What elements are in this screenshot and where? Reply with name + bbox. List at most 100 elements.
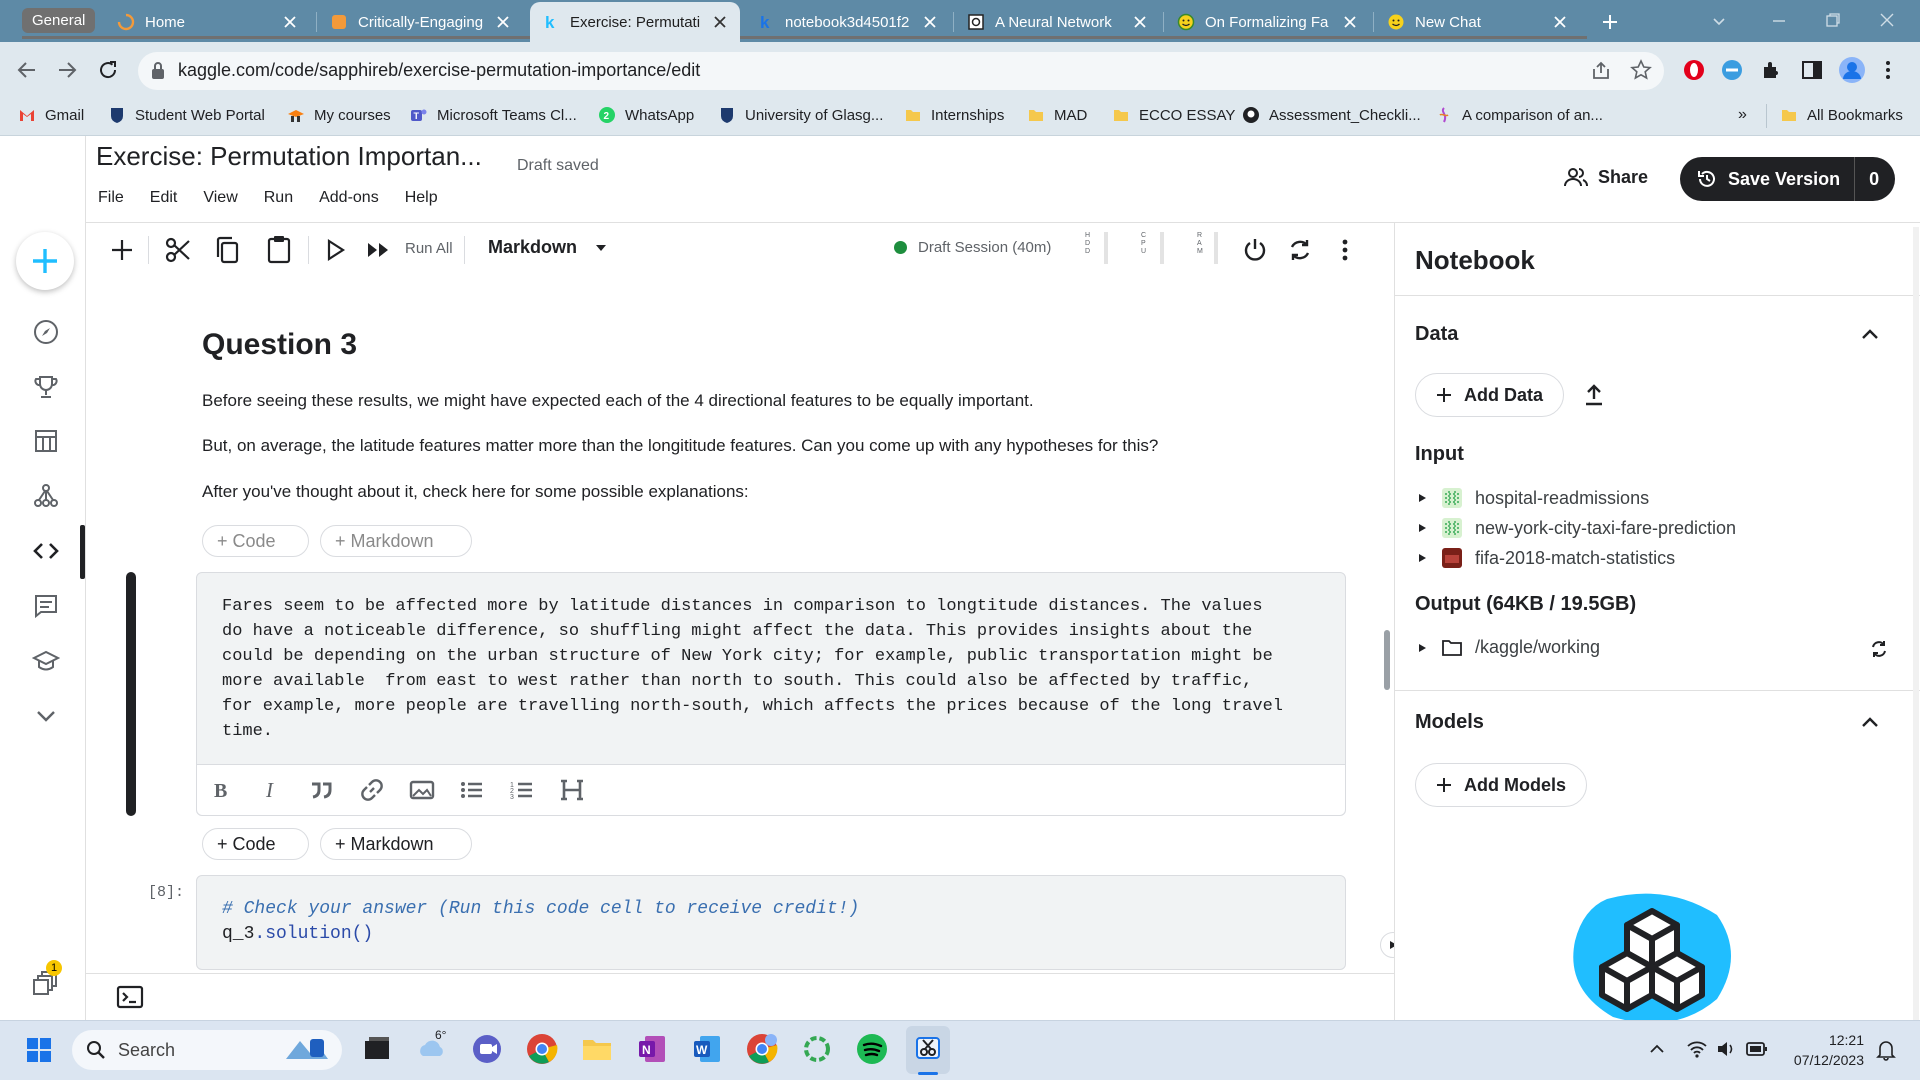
menu-edit[interactable]: Edit (150, 189, 178, 207)
paste-icon[interactable] (265, 234, 293, 264)
minimize-icon[interactable] (1770, 12, 1788, 30)
close-icon[interactable] (282, 14, 298, 30)
session-status[interactable]: Draft Session (40m) (894, 239, 1051, 256)
menu-add-ons[interactable]: Add-ons (319, 189, 379, 207)
italic-icon[interactable]: I (258, 776, 286, 804)
task-view-icon[interactable] (360, 1032, 394, 1066)
system-clock[interactable]: 12:21 07/12/2023 (1784, 1030, 1864, 1070)
volume-icon[interactable] (1716, 1040, 1736, 1058)
run-all-icon[interactable] (366, 240, 392, 260)
chrome-icon[interactable] (525, 1032, 559, 1066)
tab-neural-network[interactable]: A Neural Network (955, 4, 1160, 40)
tab-new-chat[interactable]: New Chat (1375, 4, 1580, 40)
tab-exercise-permutation[interactable]: k Exercise: Permutati (530, 2, 740, 42)
tab-formalizing[interactable]: On Formalizing Fa (1165, 4, 1370, 40)
notebook-title[interactable]: Exercise: Permutation Importan... (96, 141, 482, 172)
nav-competitions[interactable] (26, 367, 66, 407)
bookmark-whatsapp[interactable]: 2 WhatsApp (598, 106, 694, 124)
close-icon[interactable] (1342, 14, 1358, 30)
profile-avatar-icon[interactable] (1838, 56, 1866, 84)
tab-search-chevron-icon[interactable] (1710, 12, 1728, 30)
upload-icon[interactable] (1583, 383, 1605, 407)
code-cell[interactable] (196, 875, 1346, 970)
panel-resize-handle[interactable] (1384, 630, 1390, 690)
cell-type-select[interactable]: Markdown (488, 237, 607, 258)
bookmark-university[interactable]: University of Glasg... (718, 106, 883, 124)
cpu-meter[interactable] (1160, 232, 1164, 264)
bold-icon[interactable]: B (208, 776, 236, 804)
nav-discussions[interactable] (26, 586, 66, 626)
teams-chat-icon[interactable] (470, 1032, 504, 1066)
bulleted-list-icon[interactable] (458, 776, 486, 804)
close-icon[interactable] (712, 14, 728, 30)
restore-icon[interactable] (1824, 11, 1842, 29)
chrome-profile-icon[interactable] (745, 1032, 779, 1066)
nav-compete[interactable] (26, 312, 66, 352)
console-terminal-icon[interactable] (116, 985, 144, 1009)
bookmark-my-courses[interactable]: My courses (287, 106, 391, 124)
notification-bell-icon[interactable] (1876, 1039, 1896, 1061)
ram-meter[interactable] (1214, 232, 1218, 264)
translate-extension-icon[interactable] (1720, 58, 1744, 82)
run-all-label[interactable]: Run All (405, 240, 453, 257)
output-folder-row[interactable]: /kaggle/working (1417, 637, 1600, 658)
back-icon[interactable] (16, 59, 38, 81)
link-icon[interactable] (358, 776, 386, 804)
spotify-icon[interactable] (855, 1032, 889, 1066)
sidebar-scrollbar[interactable] (1913, 227, 1919, 1020)
bookmark-all-bookmarks[interactable]: All Bookmarks (1780, 106, 1903, 124)
nav-more[interactable] (26, 696, 66, 736)
markdown-editor-text[interactable]: Fares seem to be affected more by latitu… (222, 594, 1283, 744)
add-code-cell-button[interactable]: + Code (202, 828, 309, 860)
lock-icon[interactable] (150, 61, 166, 81)
menu-view[interactable]: View (203, 189, 237, 207)
bookmark-ecco-essay[interactable]: ECCO ESSAY (1112, 106, 1235, 124)
nav-learn[interactable] (26, 641, 66, 681)
add-markdown-cell-button[interactable]: + Markdown (320, 525, 472, 557)
bookmark-teams[interactable]: T Microsoft Teams Cl... (410, 106, 577, 124)
battery-icon[interactable] (1746, 1041, 1768, 1057)
tab-critically-engaging[interactable]: Critically-Engaging (318, 4, 523, 40)
word-icon[interactable]: W (690, 1032, 724, 1066)
models-section-heading[interactable]: Models (1415, 711, 1484, 734)
quote-icon[interactable] (308, 776, 336, 804)
url-text[interactable]: kaggle.com/code/sapphireb/exercise-permu… (178, 60, 700, 81)
wifi-icon[interactable] (1686, 1040, 1708, 1058)
loading-ring-icon[interactable] (800, 1032, 834, 1066)
tab-home[interactable]: Home (105, 4, 310, 40)
run-cell-icon[interactable] (324, 238, 346, 262)
input-dataset-row[interactable]: hospital-readmissions (1417, 487, 1649, 509)
snipping-tool-icon[interactable] (911, 1032, 945, 1066)
copy-icon[interactable] (214, 235, 242, 265)
opera-extension-icon[interactable] (1682, 58, 1706, 82)
input-dataset-row[interactable]: new-york-city-taxi-fare-prediction (1417, 517, 1736, 539)
add-cell-icon[interactable] (110, 238, 134, 262)
browser-menu-icon[interactable] (1884, 59, 1892, 81)
close-icon[interactable] (922, 14, 938, 30)
menu-run[interactable]: Run (264, 189, 293, 207)
file-explorer-icon[interactable] (580, 1032, 614, 1066)
bookmark-comparison[interactable]: A comparison of an... (1435, 106, 1603, 124)
bookmark-assessment[interactable]: Assessment_Checkli... (1242, 106, 1421, 124)
refresh-output-icon[interactable] (1869, 639, 1889, 659)
hdd-meter[interactable] (1104, 232, 1108, 264)
bookmark-gmail[interactable]: Gmail (18, 106, 84, 124)
add-models-button[interactable]: Add Models (1415, 763, 1587, 807)
close-icon[interactable] (495, 14, 511, 30)
menu-file[interactable]: File (98, 189, 124, 207)
close-icon[interactable] (1552, 14, 1568, 30)
bookmark-student-portal[interactable]: Student Web Portal (108, 106, 265, 124)
power-icon[interactable] (1242, 237, 1268, 263)
share-page-icon[interactable] (1590, 60, 1612, 82)
bookmark-star-icon[interactable] (1630, 59, 1652, 81)
side-panel-icon[interactable] (1800, 58, 1824, 82)
nav-models[interactable] (26, 476, 66, 516)
cut-icon[interactable] (164, 236, 192, 264)
nav-code[interactable] (26, 531, 66, 571)
onenote-icon[interactable]: N (635, 1032, 669, 1066)
bookmark-internships[interactable]: Internships (904, 106, 1004, 124)
more-bookmarks-chevron-icon[interactable]: » (1738, 106, 1747, 124)
save-version-button[interactable]: Save Version 0 (1680, 157, 1895, 201)
data-section-heading[interactable]: Data (1415, 323, 1458, 346)
menu-help[interactable]: Help (405, 189, 438, 207)
